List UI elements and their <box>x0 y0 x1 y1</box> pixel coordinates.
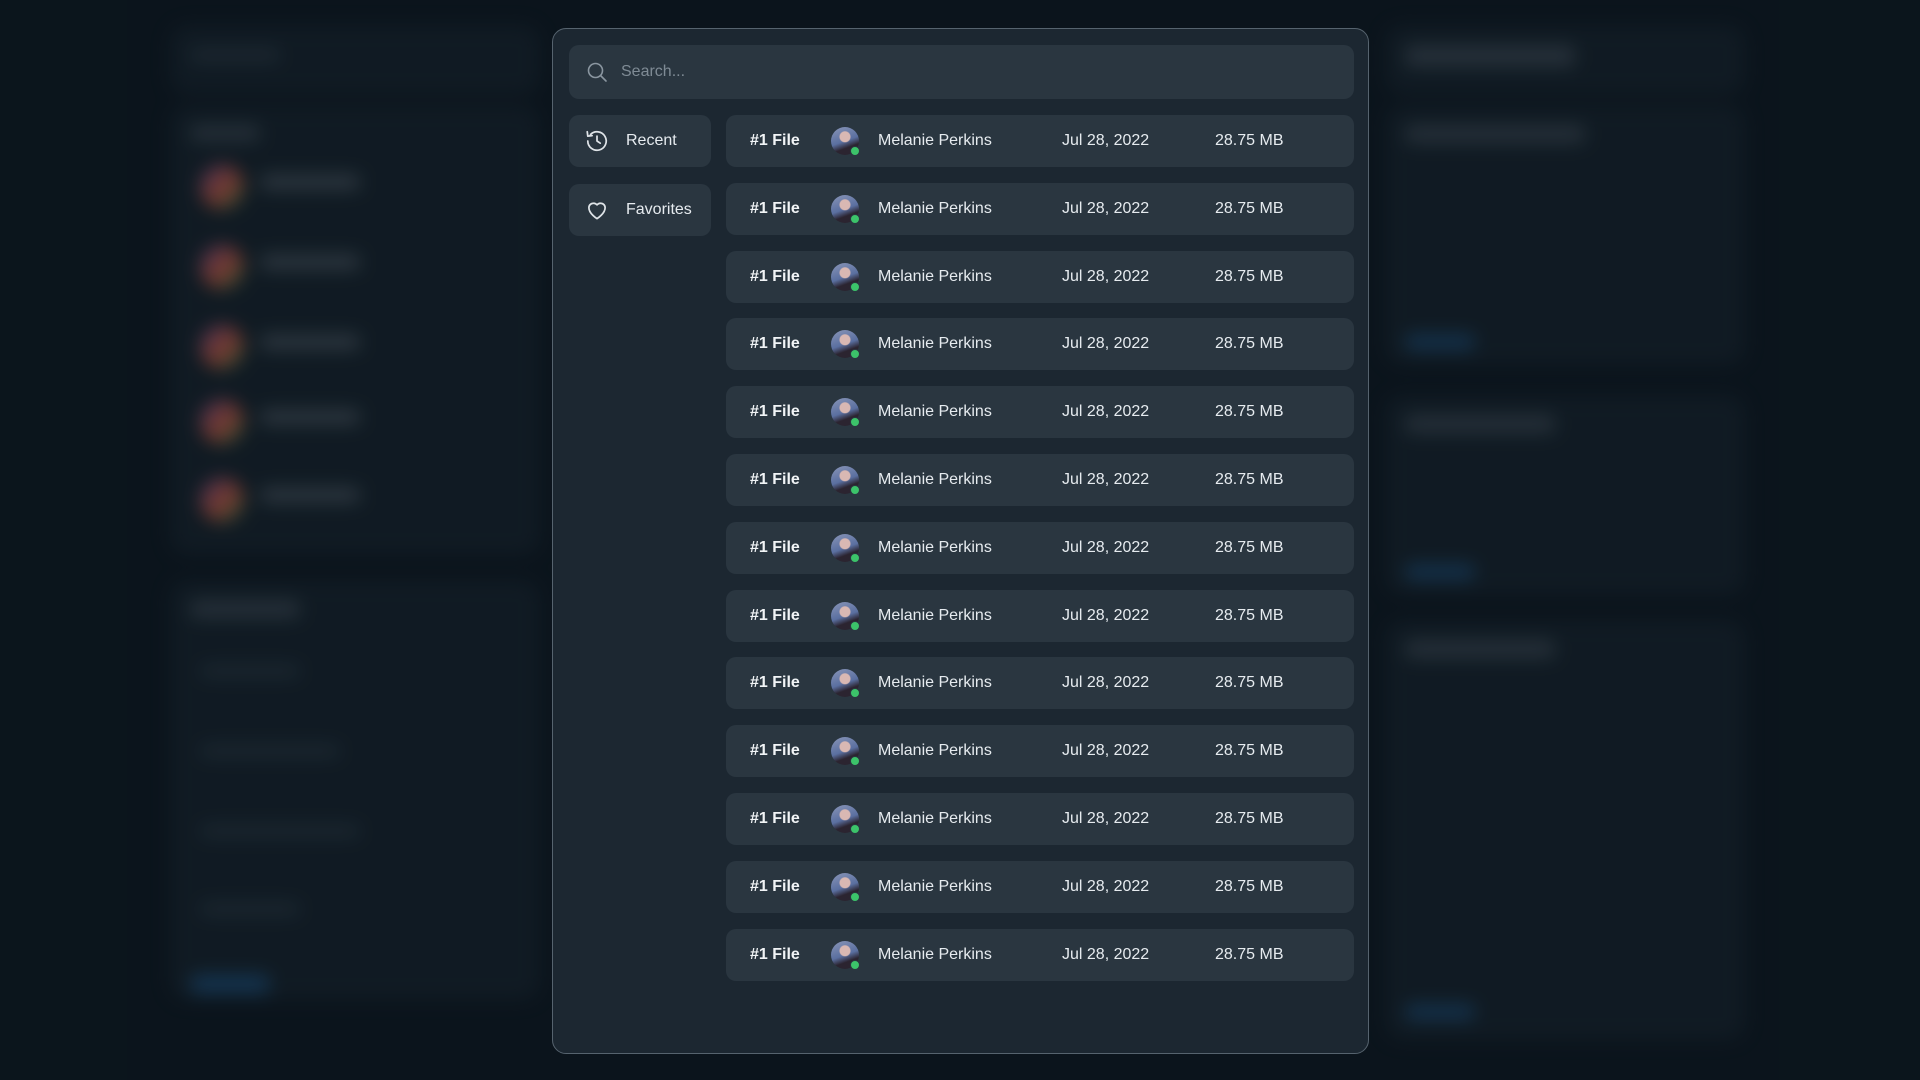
file-date: Jul 28, 2022 <box>1062 470 1150 488</box>
file-size: 28.75 MB <box>1215 606 1284 624</box>
file-name: #1 File <box>750 674 800 692</box>
file-date: Jul 28, 2022 <box>1062 877 1150 895</box>
file-owner: Melanie Perkins <box>878 538 992 556</box>
file-row[interactable]: #1 File Melanie Perkins Jul 28, 2022 28.… <box>726 453 1354 506</box>
avatar <box>831 872 860 902</box>
file-date: Jul 28, 2022 <box>1062 132 1150 149</box>
avatar <box>831 194 860 224</box>
avatar <box>831 804 860 834</box>
file-name: #1 File <box>750 538 800 556</box>
sidebar-item-favorites[interactable]: Favorites <box>569 184 711 236</box>
file-name: #1 File <box>750 132 800 149</box>
file-list: #1 File Melanie Perkins Jul 28, 2022 28.… <box>726 115 1354 996</box>
file-size: 28.75 MB <box>1215 877 1284 895</box>
file-size: 28.75 MB <box>1215 335 1284 353</box>
file-name: #1 File <box>750 809 800 827</box>
file-owner: Melanie Perkins <box>878 606 992 624</box>
heart-icon <box>588 202 606 220</box>
file-name: #1 File <box>750 403 800 421</box>
file-owner: Melanie Perkins <box>878 267 992 285</box>
file-owner: Melanie Perkins <box>878 335 992 353</box>
file-date: Jul 28, 2022 <box>1062 403 1150 421</box>
file-owner: Melanie Perkins <box>878 470 992 488</box>
file-owner: Melanie Perkins <box>878 809 992 827</box>
file-owner: Melanie Perkins <box>878 877 992 895</box>
file-size: 28.75 MB <box>1215 674 1284 692</box>
file-row[interactable]: #1 File Melanie Perkins Jul 28, 2022 28.… <box>726 386 1354 439</box>
file-date: Jul 28, 2022 <box>1062 335 1150 353</box>
file-date: Jul 28, 2022 <box>1062 809 1150 827</box>
sidebar-item-label: Recent <box>626 132 677 149</box>
file-date: Jul 28, 2022 <box>1062 606 1150 624</box>
file-row[interactable]: #1 File Melanie Perkins Jul 28, 2022 28.… <box>726 928 1354 981</box>
file-size: 28.75 MB <box>1215 538 1284 556</box>
file-row[interactable]: #1 File Melanie Perkins Jul 28, 2022 28.… <box>726 250 1354 303</box>
file-size: 28.75 MB <box>1215 809 1284 827</box>
search-input[interactable] <box>621 63 1321 81</box>
file-owner: Melanie Perkins <box>878 945 992 963</box>
sidebar-item-label: Favorites <box>626 201 692 218</box>
file-owner: Melanie Perkins <box>878 199 992 217</box>
avatar <box>831 330 860 360</box>
file-date: Jul 28, 2022 <box>1062 538 1150 556</box>
file-name: #1 File <box>750 877 800 895</box>
file-name: #1 File <box>750 267 800 285</box>
sidebar-item-recent[interactable]: Recent <box>569 115 711 167</box>
file-row[interactable]: #1 File Melanie Perkins Jul 28, 2022 28.… <box>726 792 1354 845</box>
file-date: Jul 28, 2022 <box>1062 945 1150 963</box>
avatar <box>831 398 860 428</box>
avatar <box>831 127 860 156</box>
file-owner: Melanie Perkins <box>878 132 992 149</box>
file-size: 28.75 MB <box>1215 199 1284 217</box>
file-size: 28.75 MB <box>1215 403 1284 421</box>
avatar <box>831 533 860 563</box>
avatar <box>831 737 860 767</box>
sidebar: Recent Favorites <box>569 115 711 253</box>
avatar <box>831 601 860 631</box>
search-bar[interactable] <box>569 45 1354 99</box>
file-row[interactable]: #1 File Melanie Perkins Jul 28, 2022 28.… <box>726 521 1354 574</box>
file-row[interactable]: #1 File Melanie Perkins Jul 28, 2022 28.… <box>726 860 1354 913</box>
file-row[interactable]: #1 File Melanie Perkins Jul 28, 2022 28.… <box>726 589 1354 642</box>
file-name: #1 File <box>750 470 800 488</box>
file-row[interactable]: #1 File Melanie Perkins Jul 28, 2022 28.… <box>726 115 1354 167</box>
file-date: Jul 28, 2022 <box>1062 674 1150 692</box>
file-owner: Melanie Perkins <box>878 403 992 421</box>
file-owner: Melanie Perkins <box>878 742 992 760</box>
file-owner: Melanie Perkins <box>878 674 992 692</box>
file-size: 28.75 MB <box>1215 132 1284 149</box>
avatar <box>831 940 860 970</box>
file-size: 28.75 MB <box>1215 470 1284 488</box>
file-row[interactable]: #1 File Melanie Perkins Jul 28, 2022 28.… <box>726 182 1354 235</box>
file-date: Jul 28, 2022 <box>1062 742 1150 760</box>
file-name: #1 File <box>750 945 800 963</box>
file-size: 28.75 MB <box>1215 742 1284 760</box>
file-size: 28.75 MB <box>1215 267 1284 285</box>
file-size: 28.75 MB <box>1215 945 1284 963</box>
file-row[interactable]: #1 File Melanie Perkins Jul 28, 2022 28.… <box>726 725 1354 778</box>
avatar <box>831 262 860 292</box>
file-name: #1 File <box>750 606 800 624</box>
file-row[interactable]: #1 File Melanie Perkins Jul 28, 2022 28.… <box>726 657 1354 710</box>
file-name: #1 File <box>750 199 800 217</box>
file-date: Jul 28, 2022 <box>1062 199 1150 217</box>
file-picker-modal: Recent Favorites #1 File Melanie Perkins… <box>552 28 1369 1054</box>
file-name: #1 File <box>750 335 800 353</box>
file-name: #1 File <box>750 742 800 760</box>
search-icon <box>587 62 607 82</box>
avatar <box>831 465 860 495</box>
file-date: Jul 28, 2022 <box>1062 267 1150 285</box>
file-row[interactable]: #1 File Melanie Perkins Jul 28, 2022 28.… <box>726 318 1354 371</box>
history-icon <box>586 130 608 152</box>
avatar <box>831 669 860 699</box>
